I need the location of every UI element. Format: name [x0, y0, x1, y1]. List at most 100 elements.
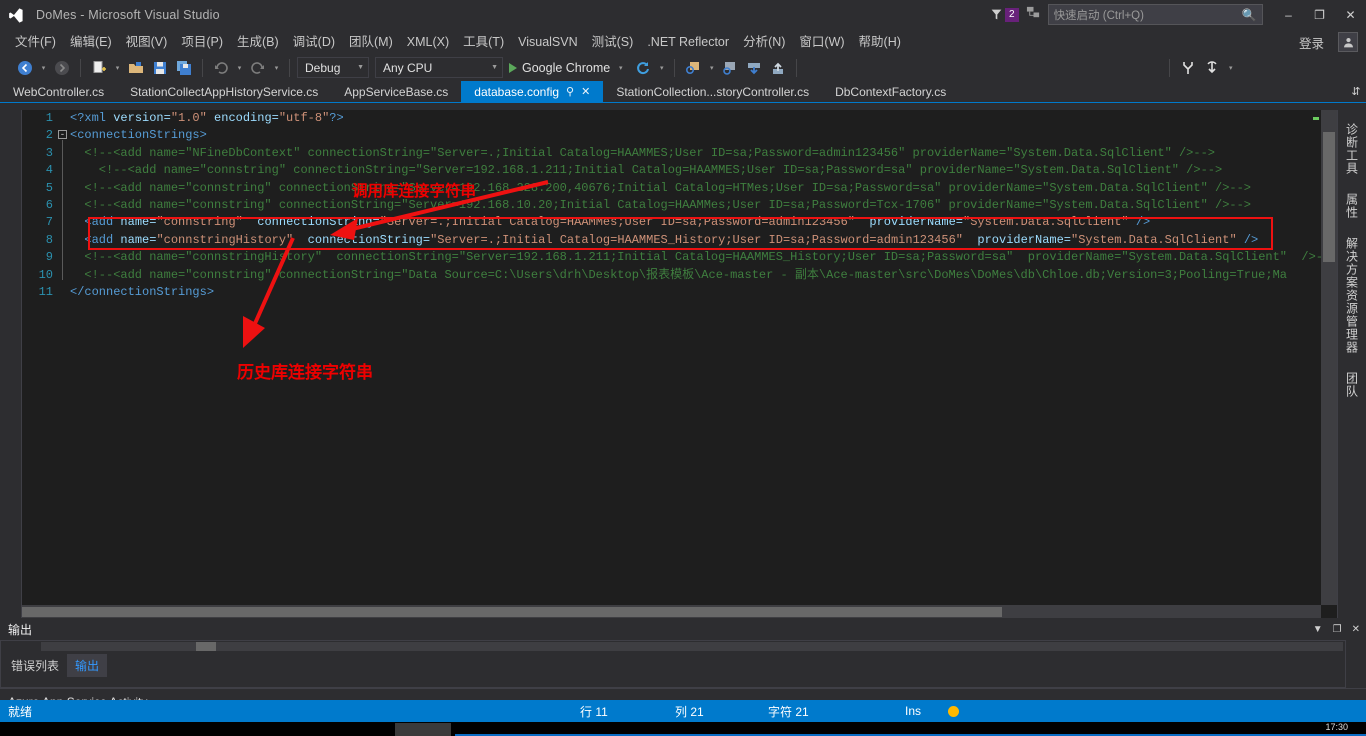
quick-launch-input[interactable]: 快速启动 (Ctrl+Q) 🔍 [1047, 4, 1263, 25]
refresh-circle-icon[interactable] [632, 57, 654, 79]
float-window-icon[interactable]: ❐ [1333, 624, 1342, 635]
save-icon[interactable] [149, 57, 171, 79]
navigate-forward-icon[interactable] [51, 57, 73, 79]
scrollbar-thumb[interactable] [1323, 132, 1335, 262]
menu-item-tools[interactable]: 工具(T) [456, 31, 511, 53]
navigate-back-dropdown[interactable]: ▾ [38, 64, 49, 72]
tab-stationcollection-historycontroller[interactable]: StationCollection...storyController.cs [603, 81, 823, 102]
menu-item-window[interactable]: 窗口(W) [792, 31, 851, 53]
tab-stationcollectapphistoryservice[interactable]: StationCollectAppHistoryService.cs [117, 81, 332, 102]
vtab-team[interactable]: 团队 [1341, 365, 1364, 405]
chevron-down-icon[interactable]: ▼ [1313, 624, 1323, 635]
redacted-toolbar-field[interactable] [812, 58, 1162, 77]
scrollbar-thumb[interactable] [196, 642, 216, 651]
open-file-icon[interactable] [125, 57, 147, 79]
code-editor[interactable]: 1 2 3 4 5 6 7 8 9 10 11 - <?xml version="1.0" enco… [22, 110, 1337, 619]
outlining-collapse-icon[interactable]: - [57, 127, 70, 144]
close-button[interactable]: ✕ [1335, 0, 1366, 30]
code-line[interactable]: <!--<add name="connstring" connectionStr… [70, 197, 1337, 214]
code-line[interactable]: <!--<add name="NFineDbContext" connectio… [70, 145, 1337, 162]
windows-taskbar: 17:30 [0, 722, 1366, 736]
maximize-button[interactable]: ❐ [1304, 0, 1335, 30]
step-into-icon[interactable] [719, 57, 741, 79]
magnifier-icon[interactable]: 🔍 [1242, 8, 1257, 22]
close-panel-icon[interactable]: ✕ [1352, 624, 1360, 635]
menu-item-help[interactable]: 帮助(H) [852, 31, 908, 53]
menu-item-net-reflector[interactable]: .NET Reflector [640, 31, 736, 53]
undo-icon[interactable] [210, 57, 232, 79]
new-item-dropdown[interactable]: ▾ [112, 64, 123, 72]
upload-icon[interactable] [767, 57, 789, 79]
refresh-dropdown[interactable]: ▾ [656, 64, 667, 72]
minimize-button[interactable]: – [1273, 0, 1304, 30]
menu-item-analyze[interactable]: 分析(N) [736, 31, 792, 53]
toolbar-overflow-icon[interactable]: ▾ [1225, 64, 1236, 72]
line-number: 4 [45, 163, 53, 178]
menu-item-debug[interactable]: 调试(D) [286, 31, 342, 53]
close-tab-icon[interactable]: ✕ [581, 85, 590, 98]
editor-vertical-scrollbar[interactable] [1321, 110, 1337, 605]
menu-item-team[interactable]: 团队(M) [342, 31, 400, 53]
vtab-solution-explorer[interactable]: 解决方案资源管理器 [1341, 230, 1364, 361]
send-feedback-icon[interactable] [1026, 5, 1041, 25]
redo-dropdown[interactable]: ▾ [271, 64, 282, 72]
code-token: encoding= [206, 111, 279, 125]
menu-item-file[interactable]: 文件(F) [8, 31, 63, 53]
start-debug-button[interactable]: Google Chrome ▾ [505, 61, 630, 75]
tab-error-list[interactable]: 错误列表 [3, 654, 67, 677]
navigate-back-icon[interactable] [14, 57, 36, 79]
new-item-icon[interactable] [88, 57, 110, 79]
output-horizontal-scrollbar[interactable] [41, 642, 1343, 651]
save-all-icon[interactable] [173, 57, 195, 79]
vtab-diagnostic-tools[interactable]: 诊断工具 [1341, 116, 1364, 182]
pin-icon[interactable]: ⚲ [566, 85, 574, 98]
taskbar-item[interactable] [395, 723, 451, 736]
tab-webcontroller[interactable]: WebController.cs [0, 81, 118, 102]
code-content[interactable]: <?xml version="1.0" encoding="utf-8"?> <c… [70, 110, 1337, 619]
outlining-margin[interactable]: - [57, 110, 70, 619]
chevron-down-icon: ▼ [491, 64, 498, 71]
branch-merge-icon[interactable] [1177, 57, 1199, 79]
menu-item-xml[interactable]: XML(X) [400, 31, 456, 53]
code-line[interactable]: <!--<add name="connstring" connectionStr… [70, 162, 1337, 179]
tab-output[interactable]: 输出 [67, 654, 108, 677]
line-number: 1 [45, 111, 53, 125]
menu-item-visualsvn[interactable]: VisualSVN [511, 31, 585, 53]
menu-item-build[interactable]: 生成(B) [230, 31, 286, 53]
menu-item-project[interactable]: 项目(P) [174, 31, 230, 53]
menu-item-edit[interactable]: 编辑(E) [63, 31, 119, 53]
tab-dbcontextfactory[interactable]: DbContextFactory.cs [822, 81, 960, 102]
start-debug-dropdown[interactable]: ▾ [615, 64, 626, 72]
account-person-icon[interactable] [1338, 32, 1358, 52]
tab-database-config[interactable]: database.config ⚲ ✕ [461, 81, 604, 102]
code-line[interactable]: <!--<add name="connstring" connectionStr… [70, 267, 1337, 284]
menu-item-test[interactable]: 测试(S) [585, 31, 641, 53]
tab-overflow-chevron-icon[interactable]: ⇵ [1346, 81, 1366, 102]
download-icon[interactable] [743, 57, 765, 79]
code-line[interactable]: <?xml version="1.0" encoding="utf-8"?> [70, 110, 1337, 127]
code-line[interactable]: <!--<add name="connstring" connectionStr… [70, 180, 1337, 197]
tab-label: StationCollection...storyController.cs [616, 84, 810, 99]
toolbar-separator [1169, 58, 1171, 77]
scrollbar-thumb[interactable] [22, 607, 1002, 617]
find-in-window-icon[interactable] [682, 57, 704, 79]
redo-icon[interactable] [247, 57, 269, 79]
line-number: 11 [38, 284, 53, 299]
solution-platform-combo[interactable]: Any CPU ▼ [375, 57, 503, 78]
sync-arrow-icon[interactable] [1201, 57, 1223, 79]
code-line[interactable]: <!--<add name="connstringHistory" connec… [70, 249, 1337, 266]
find-window-dropdown[interactable]: ▾ [706, 64, 717, 72]
line-number: 9 [45, 250, 53, 265]
menu-item-view[interactable]: 视图(V) [119, 31, 175, 53]
code-line[interactable]: </connectionStrings> [70, 284, 1337, 301]
undo-dropdown[interactable]: ▾ [234, 64, 245, 72]
vtab-properties[interactable]: 属性 [1341, 186, 1364, 226]
editor-horizontal-scrollbar[interactable] [22, 605, 1321, 619]
notification-flag-icon[interactable]: 2 [990, 7, 1019, 22]
code-line[interactable]: <connectionStrings> [70, 127, 1337, 144]
tab-appservicebase[interactable]: AppServiceBase.cs [331, 81, 462, 102]
status-ready-text: 就绪 [8, 704, 33, 719]
signin-link[interactable]: 登录 [1299, 33, 1324, 52]
status-character: 字符 21 [768, 704, 809, 719]
solution-configuration-combo[interactable]: Debug ▼ [297, 57, 369, 78]
